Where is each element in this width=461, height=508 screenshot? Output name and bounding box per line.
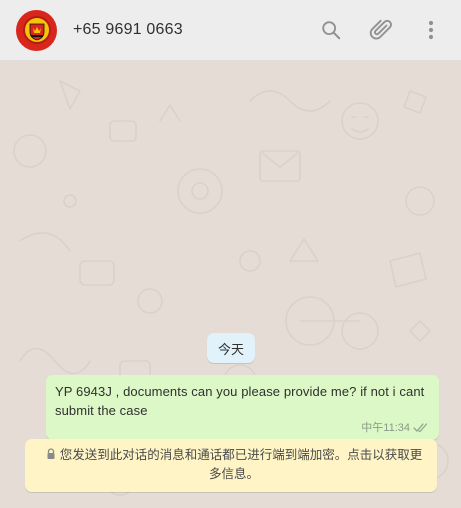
contact-name[interactable]: +65 9691 0663	[73, 21, 315, 39]
crest-icon	[22, 16, 51, 44]
date-divider: 今天	[207, 333, 256, 363]
avatar[interactable]	[16, 9, 57, 51]
message-meta: 中午11:34	[55, 420, 429, 434]
message-time: 中午11:34	[361, 422, 410, 434]
double-check-icon	[413, 422, 428, 432]
paperclip-icon	[369, 19, 392, 40]
chat-panel[interactable]: 今天 YP 6943J , documents can you please p…	[0, 61, 461, 508]
encryption-notice[interactable]: 您发送到此对话的消息和通话都已进行端到端加密。点击以获取更多信息。	[25, 439, 437, 492]
search-button[interactable]	[315, 14, 347, 46]
attach-button[interactable]	[365, 14, 397, 46]
chat-header: +65 9691 0663	[0, 0, 461, 61]
message-text: YP 6943J , documents can you please prov…	[55, 384, 425, 418]
encryption-notice-text: 您发送到此对话的消息和通话都已进行端到端加密。点击以获取更多信息。	[59, 448, 423, 481]
more-vertical-icon	[428, 20, 434, 40]
menu-button[interactable]	[415, 14, 447, 46]
outgoing-message[interactable]: YP 6943J , documents can you please prov…	[46, 375, 439, 440]
lock-icon	[47, 448, 55, 459]
search-icon	[322, 21, 341, 40]
